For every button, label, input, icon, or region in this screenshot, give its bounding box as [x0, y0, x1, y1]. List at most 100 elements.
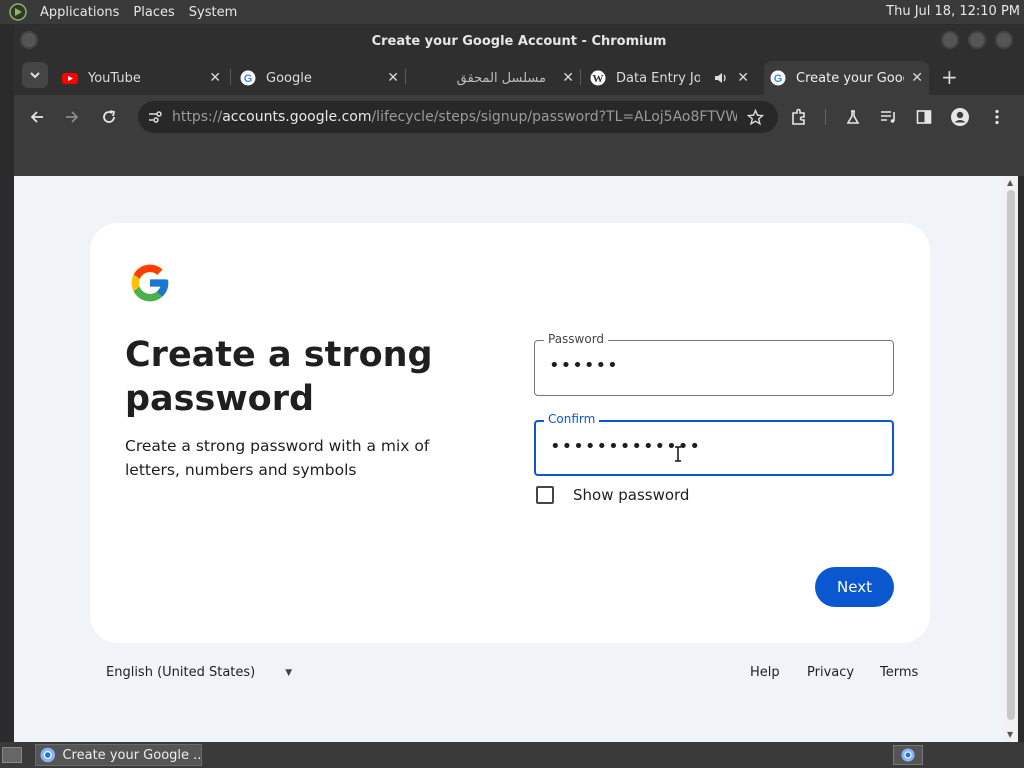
site-settings-icon[interactable] — [147, 109, 163, 125]
url-text[interactable]: https://accounts.google.com/lifecycle/st… — [172, 109, 737, 125]
top-panel: Applications Places System Thu Jul 18, 1… — [0, 0, 1024, 24]
labs-button[interactable] — [841, 105, 865, 129]
media-controls-button[interactable] — [877, 105, 901, 129]
star-icon[interactable] — [747, 108, 764, 126]
window-menu-button[interactable] — [20, 31, 38, 49]
page-title: Create a strong password — [125, 335, 433, 419]
url-host: accounts.google.com — [222, 109, 372, 125]
show-password-checkbox[interactable] — [536, 486, 554, 504]
password-field[interactable]: Password •••••• — [534, 332, 894, 396]
show-desktop-icon[interactable] — [2, 747, 22, 763]
password-value: •••••• — [549, 355, 619, 376]
workspace-switcher[interactable] — [893, 745, 923, 765]
language-label: English (United States) — [106, 665, 256, 680]
back-button[interactable] — [25, 105, 49, 129]
taskbar-window-label: Create your Google ... — [62, 747, 201, 763]
show-password-toggle[interactable]: Show password — [536, 486, 689, 504]
reload-button[interactable] — [97, 105, 121, 129]
privacy-link[interactable]: Privacy — [807, 665, 854, 680]
confirm-label: Confirm — [544, 412, 600, 426]
tab-divider — [405, 69, 406, 85]
taskbar-window-button[interactable]: Create your Google ... — [35, 744, 202, 766]
reload-icon — [103, 110, 116, 123]
browser-toolbar: https://accounts.google.com/lifecycle/st… — [14, 95, 1024, 139]
clock[interactable]: Thu Jul 18, 12:10 PM — [886, 4, 1020, 19]
tab-search-button[interactable] — [22, 62, 48, 88]
tab-label: Create your Google — [796, 70, 904, 86]
close-window-button[interactable] — [995, 31, 1013, 49]
language-selector[interactable]: English (United States) ▼ — [106, 665, 292, 680]
new-tab-button[interactable]: + — [941, 65, 958, 89]
scroll-up-icon[interactable]: ▲ — [1007, 178, 1013, 187]
wordpress-icon: W — [590, 70, 606, 86]
next-button[interactable]: Next — [815, 567, 894, 607]
arrow-right-icon — [66, 111, 79, 123]
places-menu[interactable]: Places — [126, 5, 181, 20]
close-icon[interactable]: ✕ — [209, 70, 221, 86]
window-titlebar[interactable]: Create your Google Account - Chromium — [14, 25, 1024, 57]
window-title: Create your Google Account - Chromium — [371, 33, 667, 49]
tab-create-google-account[interactable]: G Create your Google ✕ — [764, 61, 929, 95]
minimize-button[interactable] — [941, 31, 959, 49]
close-icon[interactable]: ✕ — [911, 70, 923, 86]
url-scheme: https:// — [172, 109, 223, 125]
more-vertical-icon — [995, 109, 999, 125]
audio-playing-icon[interactable] — [714, 71, 728, 85]
url-path: /lifecycle/steps/signup/password?TL=ALoj… — [371, 109, 737, 125]
show-password-label[interactable]: Show password — [573, 486, 689, 504]
tab-label: YouTube — [88, 70, 141, 86]
tab-label: مسلسل المحقق — [456, 70, 546, 86]
profile-button[interactable] — [948, 105, 972, 129]
close-icon[interactable]: ✕ — [737, 70, 749, 86]
signup-card: Create a strong password Create a strong… — [90, 223, 930, 643]
tab-youtube[interactable]: YouTube ✕ — [62, 61, 227, 95]
google-icon: G — [770, 70, 786, 86]
svg-text:G: G — [774, 73, 783, 85]
chromium-icon — [40, 747, 56, 763]
toolbar-divider — [825, 109, 826, 125]
forward-button[interactable] — [60, 105, 84, 129]
close-icon[interactable]: ✕ — [562, 70, 574, 86]
scrollbar-thumb[interactable] — [1007, 190, 1015, 720]
svg-text:G: G — [244, 73, 253, 85]
applications-menu[interactable]: Applications — [33, 5, 126, 20]
scroll-down-icon[interactable]: ▼ — [1007, 730, 1013, 739]
chevron-down-icon — [30, 72, 40, 79]
tab-divider — [580, 69, 581, 85]
side-panel-icon — [916, 110, 932, 124]
playlist-icon — [881, 111, 895, 123]
password-label: Password — [544, 332, 609, 346]
tab-divider — [230, 69, 231, 85]
account-icon — [951, 108, 969, 126]
page-description: Create a strong password with a mix of l… — [125, 437, 430, 479]
taskbar: Create your Google ... — [0, 742, 1024, 768]
tab-label: Data Entry Job — [616, 70, 700, 86]
text-cursor-icon — [675, 446, 681, 462]
terms-link[interactable]: Terms — [880, 665, 918, 680]
arrow-left-icon — [30, 111, 43, 123]
tab-google[interactable]: G Google ✕ — [240, 61, 405, 95]
system-menu[interactable]: System — [182, 5, 244, 20]
confirm-password-field[interactable]: Confirm ••••••••••••• — [534, 412, 894, 476]
extensions-button[interactable] — [787, 105, 811, 129]
help-link[interactable]: Help — [750, 665, 780, 680]
svg-text:W: W — [593, 73, 604, 85]
youtube-icon — [62, 73, 78, 84]
tab-data-entry-job[interactable]: W Data Entry Job ✕ — [590, 61, 755, 95]
page-scrollbar[interactable]: ▲ ▼ — [1004, 176, 1018, 742]
maximize-button[interactable] — [968, 31, 986, 49]
applications-icon[interactable] — [9, 3, 27, 21]
menu-button[interactable] — [985, 105, 1009, 129]
bookmarks-bar-area — [14, 139, 1024, 176]
puzzle-icon — [792, 108, 805, 125]
google-icon: G — [240, 70, 256, 86]
address-bar[interactable]: https://accounts.google.com/lifecycle/st… — [138, 101, 778, 133]
chromium-icon — [901, 748, 915, 762]
tab-label: Google — [266, 70, 312, 86]
close-icon[interactable]: ✕ — [387, 70, 399, 86]
page-viewport: Create a strong password Create a strong… — [14, 176, 1018, 742]
tab-arabic-series[interactable]: مسلسل المحقق ✕ — [415, 61, 580, 95]
tab-strip: YouTube ✕ G Google ✕ مسلسل المحقق ✕ W Da… — [14, 57, 1024, 95]
flask-icon — [846, 110, 860, 124]
side-panel-button[interactable] — [912, 105, 936, 129]
